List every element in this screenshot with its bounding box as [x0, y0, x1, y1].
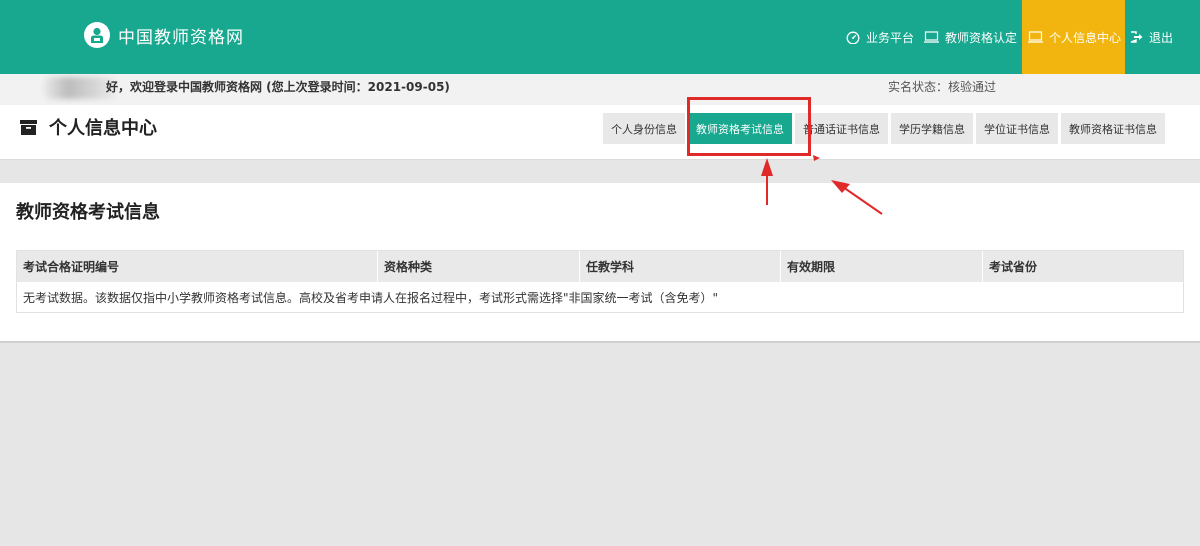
- page-title: 个人信息中心: [20, 114, 157, 140]
- column-header-validity: 有效期限: [781, 251, 983, 282]
- nav-label: 教师资格认定: [944, 30, 1017, 45]
- column-header-qualification-type: 资格种类: [378, 251, 580, 282]
- tab-teacher-cert[interactable]: 教师资格证书信息: [1061, 113, 1165, 144]
- teacher-logo-icon: [84, 22, 110, 48]
- section-title: 教师资格考试信息: [16, 202, 160, 223]
- archive-box-icon: [20, 119, 37, 135]
- site-title: 中国教师资格网: [118, 27, 244, 48]
- nav-item-teacher-cert[interactable]: 教师资格认定: [919, 0, 1022, 74]
- personal-center-header: 个人信息中心 个人身份信息 教师资格考试信息 普通话证书信息 学历学籍信息 学位…: [0, 105, 1200, 160]
- nav-item-business-platform[interactable]: 业务平台: [841, 0, 919, 74]
- nav-label: 个人信息中心: [1048, 30, 1121, 45]
- tab-education-info[interactable]: 学历学籍信息: [891, 113, 973, 144]
- table-header: 考试合格证明编号 资格种类 任教学科 有效期限 考试省份: [17, 251, 1183, 282]
- nav-label: 退出: [1148, 30, 1173, 45]
- dashboard-icon: [846, 31, 860, 44]
- welcome-text: 好，欢迎登录中国教师资格网 (您上次登录时间：2021-09-05): [106, 80, 450, 94]
- nav-item-logout[interactable]: 退出: [1125, 0, 1200, 74]
- nav-label: 业务平台: [865, 30, 914, 45]
- nav-item-personal-center[interactable]: 个人信息中心: [1021, 0, 1125, 74]
- welcome-bar: 好，欢迎登录中国教师资格网 (您上次登录时间：2021-09-05) 实名状态：…: [0, 74, 1200, 105]
- column-header-province: 考试省份: [989, 260, 1038, 274]
- site-logo[interactable]: 中国教师资格网: [84, 21, 244, 49]
- tab-mandarin-cert[interactable]: 普通话证书信息: [795, 113, 888, 144]
- exam-info-table: 考试合格证明编号 资格种类 任教学科 有效期限 考试省份 无考试数据。该数据仅指…: [16, 250, 1184, 313]
- monitor-icon: [923, 31, 939, 43]
- top-header: 中国教师资格网 业务平台 教师资格认定 个人信息中心 退出: [0, 0, 1200, 74]
- laptop-icon: [1027, 31, 1043, 43]
- main-nav: 业务平台 教师资格认定 个人信息中心 退出: [841, 0, 1200, 74]
- page-title-text: 个人信息中心: [49, 118, 157, 139]
- exam-info-panel: 教师资格考试信息 考试合格证明编号 资格种类 任教学科 有效期限 考试省份 无考…: [0, 183, 1200, 343]
- column-header-subject: 任教学科: [580, 251, 781, 282]
- tab-exam-info[interactable]: 教师资格考试信息: [688, 113, 792, 144]
- section-spacer: [0, 161, 1200, 183]
- column-header-cert-number: 考试合格证明编号: [17, 251, 378, 282]
- realname-status: 实名状态：核验通过: [888, 80, 997, 94]
- empty-data-row: 无考试数据。该数据仅指中小学教师资格考试信息。高校及省考申请人在报名过程中，考试…: [17, 282, 1183, 312]
- tab-degree-cert[interactable]: 学位证书信息: [976, 113, 1058, 144]
- logout-icon: [1130, 31, 1143, 43]
- info-tabs: 个人身份信息 教师资格考试信息 普通话证书信息 学历学籍信息 学位证书信息 教师…: [603, 113, 1168, 144]
- tab-identity-info[interactable]: 个人身份信息: [603, 113, 685, 144]
